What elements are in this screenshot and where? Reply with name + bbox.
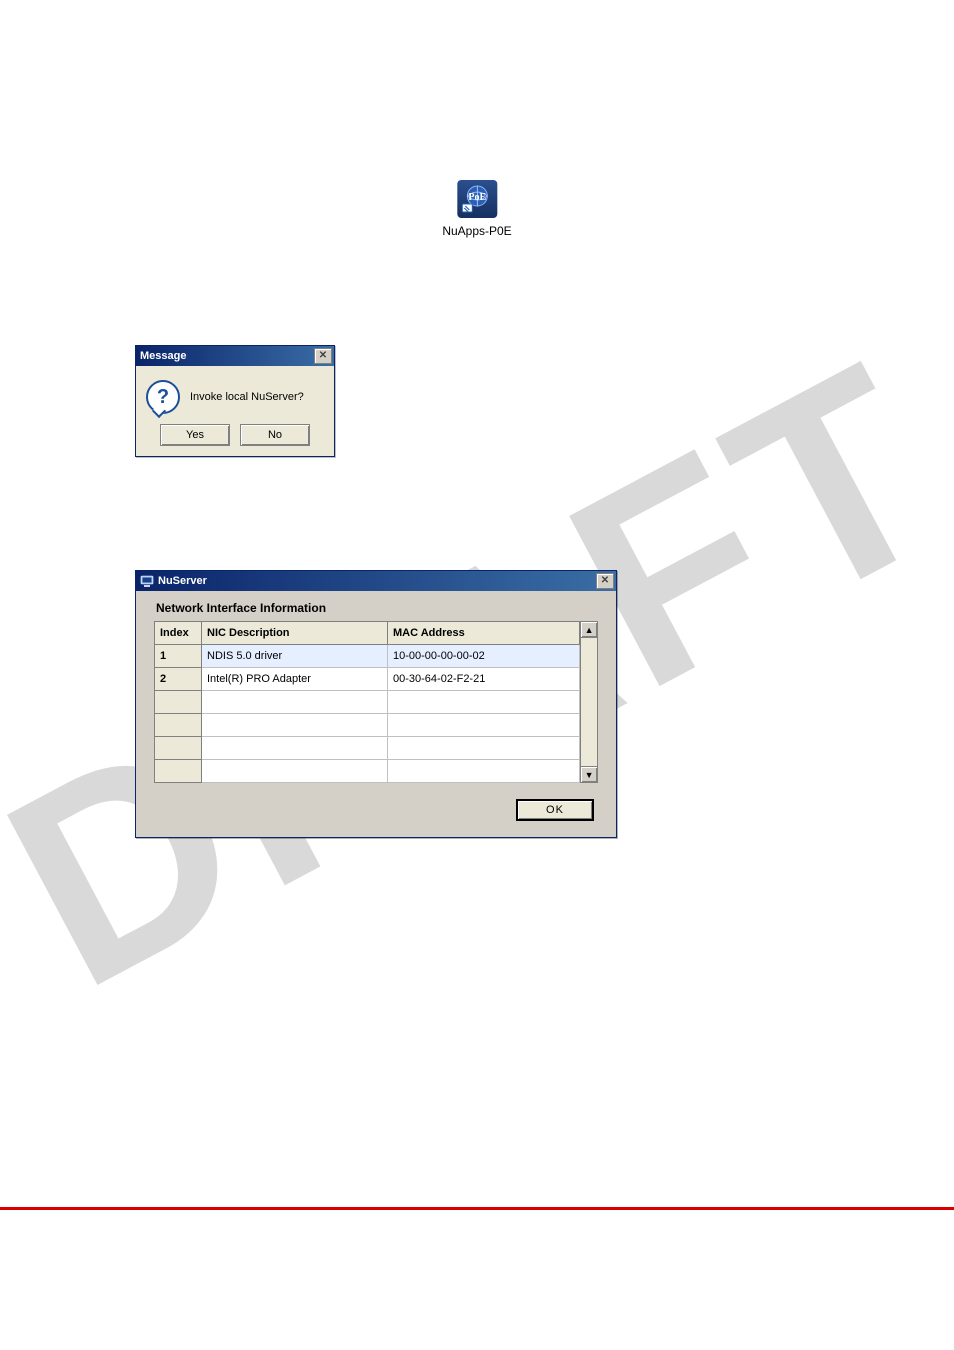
table-row[interactable] [155,737,580,760]
cell-index [155,691,202,714]
cell-nic [202,737,388,760]
nuserver-dialog: NuServer ✕ Network Interface Information… [135,570,617,838]
cell-index [155,714,202,737]
message-dialog-text: Invoke local NuServer? [190,391,304,403]
cell-mac: 10-00-00-00-00-02 [388,645,580,668]
cell-nic: NDIS 5.0 driver [202,645,388,668]
svg-text:PoE: PoE [468,192,486,203]
table-row[interactable]: 2Intel(R) PRO Adapter00-30-64-02-F2-21 [155,668,580,691]
nic-table-container: Index NIC Description MAC Address 1NDIS … [154,621,598,783]
message-dialog: Message ✕ ? Invoke local NuServer? Yes N… [135,345,335,457]
ok-button[interactable]: OK [516,799,594,821]
desktop-shortcut[interactable]: PoE NuApps-P0E [442,180,511,238]
cell-mac [388,714,580,737]
table-row[interactable] [155,760,580,783]
cell-index [155,760,202,783]
col-nic[interactable]: NIC Description [202,622,388,645]
col-mac[interactable]: MAC Address [388,622,580,645]
nic-table[interactable]: Index NIC Description MAC Address 1NDIS … [154,621,580,783]
table-row[interactable] [155,691,580,714]
vertical-scrollbar[interactable]: ▲ ▼ [580,621,598,783]
scroll-down-icon[interactable]: ▼ [581,766,597,782]
scroll-up-icon[interactable]: ▲ [581,622,597,638]
cell-nic [202,691,388,714]
section-divider [0,1207,954,1210]
col-index[interactable]: Index [155,622,202,645]
cell-index [155,737,202,760]
message-dialog-title: Message [140,350,186,362]
cell-nic [202,714,388,737]
cell-mac [388,760,580,783]
desktop-shortcut-label: NuApps-P0E [442,224,511,238]
cell-mac [388,737,580,760]
poe-app-icon: PoE [457,180,497,218]
cell-mac [388,691,580,714]
question-icon: ? [146,380,180,414]
nic-heading: Network Interface Information [156,601,598,615]
cell-index: 1 [155,645,202,668]
cell-nic [202,760,388,783]
nuserver-title: NuServer [158,575,207,587]
cell-mac: 00-30-64-02-F2-21 [388,668,580,691]
table-row[interactable] [155,714,580,737]
cell-nic: Intel(R) PRO Adapter [202,668,388,691]
yes-button[interactable]: Yes [160,424,230,446]
nuserver-app-icon [140,574,154,588]
nuserver-titlebar[interactable]: NuServer ✕ [136,571,616,591]
no-button[interactable]: No [240,424,310,446]
cell-index: 2 [155,668,202,691]
message-dialog-titlebar[interactable]: Message ✕ [136,346,334,366]
close-icon[interactable]: ✕ [596,573,614,589]
table-row[interactable]: 1NDIS 5.0 driver10-00-00-00-00-02 [155,645,580,668]
close-icon[interactable]: ✕ [314,348,332,364]
